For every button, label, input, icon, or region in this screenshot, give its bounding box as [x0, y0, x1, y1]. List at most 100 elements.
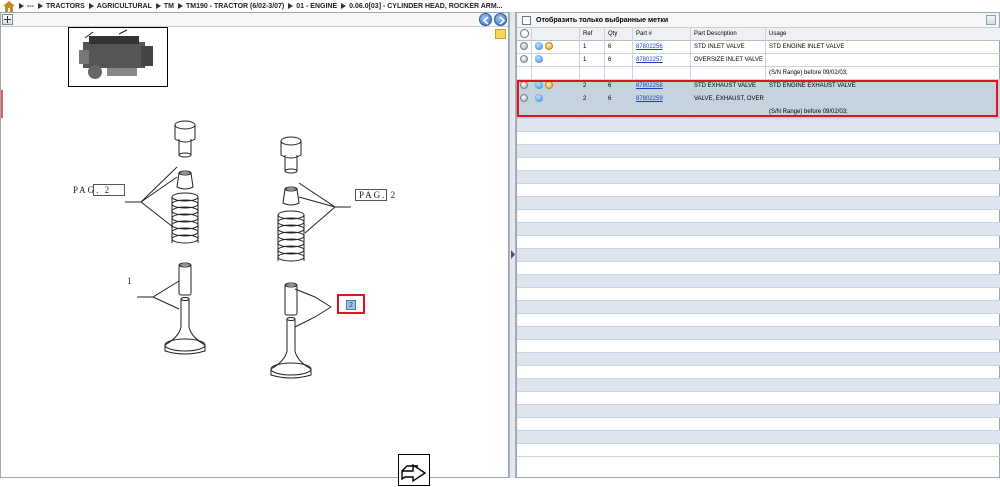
- splitter-arrow-icon[interactable]: [511, 250, 515, 259]
- row-select-cell: [517, 106, 531, 119]
- description-cell: VALVE, EXHAUST, OVER: [690, 93, 765, 106]
- empty-row: [517, 353, 1000, 366]
- empty-row: [517, 405, 1000, 418]
- part-number-link[interactable]: 87802256: [636, 44, 663, 50]
- page-navigation-button[interactable]: [398, 454, 430, 486]
- usage-cell: STD ENGINE INLET VALVE: [765, 41, 1000, 54]
- table-row-selected[interactable]: 2 6 87802259 VALVE, EXHAUST, OVER: [517, 93, 1000, 106]
- qty-cell: 6: [604, 41, 632, 54]
- table-row[interactable]: (S/N Range) before 09/02/03;: [517, 67, 1000, 80]
- callout-ref-2[interactable]: 2: [346, 300, 356, 310]
- row-select-cell[interactable]: [517, 54, 531, 67]
- table-header: Ref Qty Part # Part Description Usage: [517, 28, 1000, 41]
- info-icon[interactable]: [520, 81, 528, 90]
- info-icon[interactable]: [520, 42, 528, 51]
- ref-cell: [579, 67, 604, 80]
- panel-splitter[interactable]: [509, 12, 516, 478]
- page-reference-right-frame: [355, 189, 387, 201]
- note-icon[interactable]: [545, 81, 553, 90]
- empty-row: [517, 301, 1000, 314]
- home-icon[interactable]: [3, 0, 15, 12]
- part-number-link[interactable]: 87802257: [636, 57, 663, 63]
- empty-row: [517, 327, 1000, 340]
- empty-row: [517, 392, 1000, 405]
- empty-row: [517, 444, 1000, 457]
- part-number-cell: [632, 106, 690, 119]
- header-part-number[interactable]: Part #: [632, 28, 690, 41]
- table-row-selected[interactable]: (S/N Range) before 09/02/03;: [517, 106, 1000, 119]
- settings-icon[interactable]: [520, 28, 529, 38]
- parts-list-toolbar: Отобразить только выбранные метки: [517, 13, 999, 28]
- row-select-cell[interactable]: [517, 41, 531, 54]
- header-blank: [531, 28, 579, 41]
- previous-button[interactable]: [479, 13, 492, 26]
- ref-cell: 2: [579, 93, 604, 106]
- hand-icon[interactable]: [535, 94, 543, 103]
- row-icons-cell: [531, 106, 579, 119]
- arrow-right-icon: [341, 3, 347, 9]
- breadcrumb-item[interactable]: ---: [19, 3, 34, 10]
- usage-cell: (S/N Range) before 09/02/03;: [765, 106, 1000, 119]
- table-row-selected[interactable]: 2 6 87802258 STD EXHAUST VALVE STD ENGIN…: [517, 80, 1000, 93]
- hand-icon[interactable]: [535, 81, 543, 90]
- table-row[interactable]: 1 6 87802256 STD INLET VALVE STD ENGINE …: [517, 41, 1000, 54]
- arrow-right-icon: [288, 3, 294, 9]
- row-select-cell: [517, 67, 531, 80]
- breadcrumb-item[interactable]: TM: [155, 3, 174, 10]
- breadcrumb-item[interactable]: 01 - ENGINE: [288, 3, 337, 10]
- usage-cell: [765, 54, 1000, 67]
- table-row[interactable]: 1 6 87802257 OVERSIZE INLET VALVE: [517, 54, 1000, 67]
- empty-row: [517, 119, 1000, 132]
- drawing-panel: PAG. 2 PAG. 2 1 2: [0, 12, 509, 486]
- empty-rows: [517, 119, 1000, 457]
- qty-cell: 6: [604, 80, 632, 93]
- row-icons-cell: [531, 67, 579, 80]
- empty-row: [517, 340, 1000, 353]
- expand-button[interactable]: [2, 14, 13, 25]
- page-arrow-icon: [401, 463, 427, 483]
- row-select-cell[interactable]: [517, 80, 531, 93]
- note-icon[interactable]: [545, 42, 553, 51]
- empty-row: [517, 275, 1000, 288]
- empty-row: [517, 418, 1000, 431]
- arrow-right-icon: [499, 16, 506, 25]
- header-ref[interactable]: Ref: [579, 28, 604, 41]
- description-cell: STD INLET VALVE: [690, 41, 765, 54]
- parts-table: Ref Qty Part # Part Description Usage 1 …: [517, 28, 1000, 457]
- page-reference-left-frame: [93, 184, 125, 196]
- info-icon[interactable]: [520, 55, 528, 64]
- empty-row: [517, 236, 1000, 249]
- next-button[interactable]: [494, 13, 507, 26]
- hand-icon[interactable]: [535, 42, 543, 51]
- qty-cell: [604, 106, 632, 119]
- breadcrumb-item[interactable]: TM190 - TRACTOR (6/02-3/07): [177, 3, 284, 10]
- arrow-right-icon: [155, 3, 161, 9]
- header-usage[interactable]: Usage: [765, 28, 1000, 41]
- breadcrumb-item[interactable]: TRACTORS: [38, 3, 85, 10]
- info-icon[interactable]: [520, 94, 528, 103]
- empty-row: [517, 132, 1000, 145]
- selected-callout[interactable]: 2: [337, 294, 365, 314]
- ref-cell: [579, 106, 604, 119]
- empty-row: [517, 314, 1000, 327]
- drawing-toolbar: [1, 13, 508, 27]
- export-icon[interactable]: [986, 15, 996, 25]
- row-icons-cell: [531, 93, 579, 106]
- arrow-right-icon: [19, 3, 24, 9]
- header-part-description[interactable]: Part Description: [690, 28, 765, 41]
- show-selected-checkbox[interactable]: [522, 15, 531, 25]
- part-number-cell: 87802257: [632, 54, 690, 67]
- qty-cell: 6: [604, 93, 632, 106]
- header-icon-cell: [517, 28, 531, 41]
- callout-ref-1[interactable]: 1: [127, 276, 132, 286]
- part-number-cell: 87802259: [632, 93, 690, 106]
- part-number-link[interactable]: 87802259: [636, 96, 663, 102]
- row-select-cell[interactable]: [517, 93, 531, 106]
- valve-diagram: [125, 120, 351, 379]
- breadcrumb-item[interactable]: AGRICULTURAL: [88, 3, 152, 10]
- header-qty[interactable]: Qty: [604, 28, 632, 41]
- breadcrumb-item[interactable]: 0.06.0[03] - CYLINDER HEAD, ROCKER ARM..…: [341, 3, 503, 10]
- row-icons-cell: [531, 80, 579, 93]
- hand-icon[interactable]: [535, 55, 543, 64]
- part-number-link[interactable]: 87802258: [636, 83, 663, 89]
